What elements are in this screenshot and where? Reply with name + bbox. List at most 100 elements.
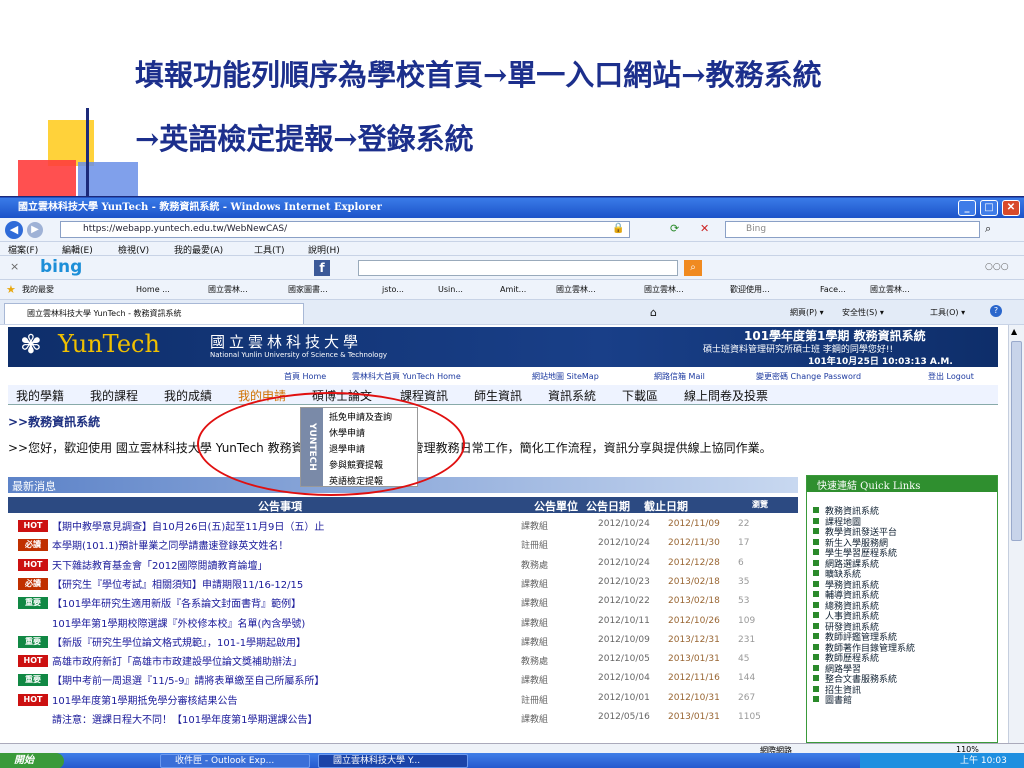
logout-link[interactable]: 登出 Logout [928, 371, 974, 382]
menu-view[interactable]: 檢視(V) [118, 243, 149, 256]
news-title-link[interactable]: 請注意：選課日程大不同！【101學年度第1學期選課公告】 [52, 711, 317, 726]
news-pub-date: 2012/10/24 [598, 538, 650, 549]
close-button[interactable]: ✕ [1002, 200, 1020, 216]
favorite-item[interactable]: jsto... [382, 280, 404, 300]
menu-my-status[interactable]: 我的學籍 [16, 387, 64, 404]
news-views: 22 [738, 519, 750, 529]
menu-help[interactable]: 說明(H) [308, 243, 340, 256]
vertical-scrollbar[interactable]: ▲ [1008, 325, 1024, 743]
page-menu[interactable]: 網頁(P) ▾ [790, 307, 824, 318]
menu-file[interactable]: 檔案(F) [8, 243, 38, 256]
home-icon[interactable]: ⌂ [650, 306, 657, 319]
favorites-bar: ★ 我的最愛 Home ... 國立雲林... 國家圖書... jsto... … [0, 280, 1024, 300]
news-title-link[interactable]: 【研究生『學位考試』相關須知】申請期限11/16-12/15 [52, 576, 303, 591]
scroll-up-icon[interactable]: ▲ [1011, 327, 1017, 336]
more-icon[interactable]: ○○○ [985, 262, 1009, 272]
news-pub-date: 2012/10/11 [598, 615, 650, 626]
favorite-item[interactable]: 國家圖書... [288, 280, 328, 300]
facebook-icon[interactable]: f [314, 260, 330, 276]
news-row[interactable]: 必讀 【研究生『學位考試』相關須知】申請期限11/16-12/15 課教組 2012/… [18, 575, 788, 594]
start-button[interactable]: 開始 [0, 753, 64, 768]
menu-info-systems[interactable]: 資訊系統 [548, 387, 596, 404]
address-input[interactable]: https://webapp.yuntech.edu.tw/WebNewCAS/ [60, 221, 630, 238]
news-row[interactable]: 重要 【101學年研究生適用新版『各系論文封面書背』範例】 課教組 2012/10/2… [18, 594, 788, 613]
news-row[interactable]: 重要 【期中考前一周退選『11/5-9』請將表單繳至自己所屬系所】 課教組 2012/… [18, 671, 788, 690]
favorite-item[interactable]: 國立雲林... [644, 280, 684, 300]
safety-menu[interactable]: 安全性(S) ▾ [842, 307, 884, 318]
favorite-item[interactable]: 國立雲林... [556, 280, 596, 300]
favorites-star-icon[interactable]: ★ [6, 280, 16, 300]
news-title-link[interactable]: 【期中教學意見調查】自10月26日(五)起至11月9日（五）止 [52, 518, 324, 533]
menu-downloads[interactable]: 下載區 [622, 387, 658, 404]
scroll-thumb[interactable] [1011, 341, 1022, 541]
news-row[interactable]: HOT 【期中教學意見調查】自10月26日(五)起至11月9日（五）止 課教組 201… [18, 517, 788, 536]
menu-edit[interactable]: 編輯(E) [62, 243, 93, 256]
favorite-item[interactable]: Usin... [438, 280, 463, 300]
menu-survey[interactable]: 線上問卷及投票 [684, 387, 768, 404]
news-unit: 註冊組 [521, 541, 549, 552]
home-link[interactable]: 首頁 Home [284, 371, 326, 382]
favorite-item[interactable]: 歡迎使用... [730, 280, 770, 300]
sitemap-link[interactable]: 網站地圖 SiteMap [532, 371, 599, 382]
task-ie[interactable]: 國立雲林科技大學 Y... [318, 754, 468, 768]
bing-search-icon[interactable]: ⌕ [684, 260, 702, 276]
close-toolbar-icon[interactable]: × [10, 260, 19, 273]
quicklink-item[interactable]: 圖書館 [812, 693, 852, 706]
menu-favorites[interactable]: 我的最愛(A) [174, 243, 223, 256]
news-row[interactable]: 101學年第1學期校際選課『外校修本校』名單(內含學號) 課教組 2012/10/1… [18, 614, 788, 633]
news-title-link[interactable]: 【期中考前一周退選『11/5-9』請將表單繳至自己所屬系所】 [52, 672, 324, 687]
news-title-link[interactable]: 101學年度第1學期抵免學分審核結果公告 [52, 692, 237, 707]
yuntech-home-link[interactable]: 雲林科大首頁 YunTech Home [352, 371, 461, 382]
browser-window: 國立雲林科技大學 YunTech - 教務資訊系統 - Windows Inte… [0, 197, 1024, 768]
welcome-text: >>您好，歡迎使用 國立雲林科技大學 YunTech 教務資訊系統，此系統集中管… [8, 441, 772, 455]
news-title-link[interactable]: 高雄市政府新訂「高雄市市政建設學位論文獎補助辦法」 [52, 653, 302, 668]
start-label: 開始 [14, 755, 34, 766]
col-header-end: 截止日期 [644, 500, 688, 513]
news-badge: HOT [18, 558, 48, 571]
forward-icon[interactable]: ▶ [27, 222, 43, 238]
tools-menu[interactable]: 工具(O) ▾ [930, 307, 965, 318]
mail-link[interactable]: 網路信箱 Mail [654, 371, 705, 382]
highlight-ellipse [197, 392, 465, 496]
tab-current[interactable]: 國立雲林科技大學 YunTech - 教務資訊系統 [4, 303, 304, 324]
favorite-item[interactable]: 國立雲林... [870, 280, 910, 300]
maximize-button[interactable]: □ [980, 200, 998, 216]
help-icon[interactable]: ? [990, 305, 1002, 317]
news-row[interactable]: HOT 天下雜誌教育基金會「2012國際閱讀教育論壇」 教務處 2012/10/24 2… [18, 556, 788, 575]
news-title-link[interactable]: 【新版『研究生學位論文格式規範』，101-1學期起啟用】 [52, 634, 306, 649]
back-icon[interactable]: ◀ [5, 221, 23, 239]
favorite-item[interactable]: Amit... [500, 280, 526, 300]
news-end-date: 2012/11/30 [668, 538, 720, 549]
task-ie-label: 國立雲林科技大學 Y... [333, 756, 421, 766]
stop-icon[interactable]: ✕ [700, 222, 709, 235]
news-row[interactable]: HOT 高雄市政府新訂「高雄市市政建設學位論文獎補助辦法」 教務處 2012/10/0… [18, 652, 788, 671]
news-pub-date: 2012/10/09 [598, 634, 650, 645]
menu-faculty-info[interactable]: 師生資訊 [474, 387, 522, 404]
favorite-item[interactable]: Home ... [136, 280, 170, 300]
yuntech-banner: ✾ YunTech 國立雲林科技大學 National Yunlin Unive… [8, 327, 998, 367]
menu-tools[interactable]: 工具(T) [254, 243, 285, 256]
refresh-icon[interactable]: ⟳ [670, 222, 679, 235]
bing-search-input[interactable] [358, 260, 678, 276]
news-row[interactable]: HOT 101學年度第1學期抵免學分審核結果公告 註冊組 2012/10/01 2012… [18, 691, 788, 710]
favorite-item[interactable]: Face... [820, 280, 846, 300]
task-outlook[interactable]: 收件匣 - Outlook Exp... [160, 754, 310, 768]
news-title-link[interactable]: 【101學年研究生適用新版『各系論文封面書背』範例】 [52, 595, 301, 610]
news-row[interactable]: 重要 【新版『研究生學位論文格式規範』，101-1學期起啟用】 課教組 2012/10… [18, 633, 788, 652]
change-password-link[interactable]: 變更密碼 Change Password [756, 371, 861, 382]
favorites-label[interactable]: 我的最愛 [22, 280, 54, 300]
news-title-link[interactable]: 101學年第1學期校際選課『外校修本校』名單(內含學號) [52, 615, 305, 630]
news-row[interactable]: 請注意：選課日程大不同！【101學年度第1學期選課公告】 課教組 2012/05/1… [18, 710, 788, 729]
news-row[interactable]: 必讀 本學期(101.1)預計畢業之同學請盡速登錄英文姓名！ 註冊組 2012/10/… [18, 536, 788, 555]
menu-my-courses[interactable]: 我的課程 [90, 387, 138, 404]
news-title-link[interactable]: 本學期(101.1)預計畢業之同學請盡速登錄英文姓名！ [52, 537, 288, 552]
taskbar: 開始 收件匣 - Outlook Exp... 國立雲林科技大學 Y... 上午… [0, 753, 1024, 768]
favorite-item[interactable]: 國立雲林... [208, 280, 248, 300]
news-title-link[interactable]: 天下雜誌教育基金會「2012國際閱讀教育論壇」 [52, 557, 267, 572]
minimize-button[interactable]: _ [958, 200, 976, 216]
search-icon[interactable]: ⌕ [985, 222, 991, 236]
news-badge: 重要 [18, 597, 48, 610]
news-badge: 必讀 [18, 539, 48, 552]
search-input[interactable]: Bing [725, 221, 980, 238]
menu-my-grades[interactable]: 我的成績 [164, 387, 212, 404]
